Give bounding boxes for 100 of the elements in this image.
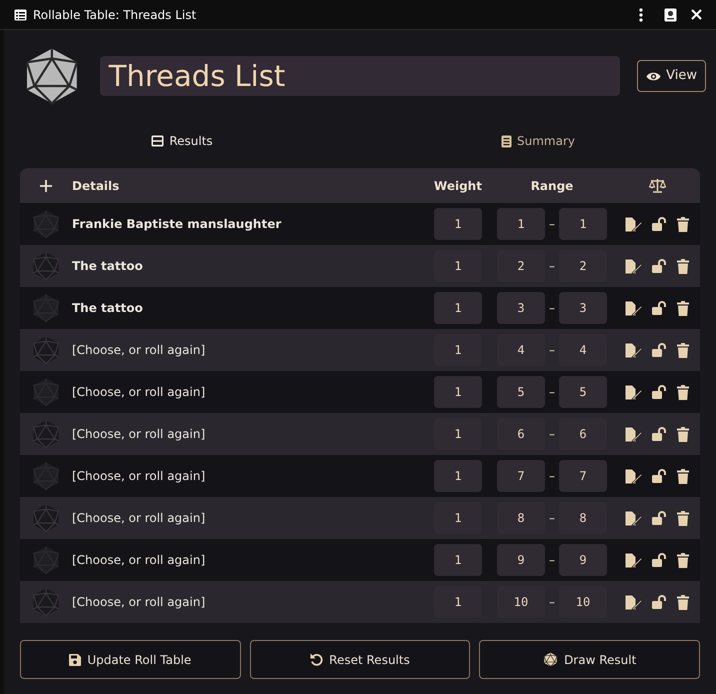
lock-button[interactable] xyxy=(652,511,667,525)
lock-button[interactable] xyxy=(652,427,667,441)
d20-icon xyxy=(31,461,61,491)
delete-button[interactable] xyxy=(677,342,689,358)
range-to-field[interactable]: 6 xyxy=(559,418,607,450)
lock-button[interactable] xyxy=(652,259,667,273)
delete-button[interactable] xyxy=(677,216,689,232)
range-to-field[interactable]: 8 xyxy=(559,502,607,534)
close-button[interactable] xyxy=(691,9,702,20)
delete-button[interactable] xyxy=(677,384,689,400)
range-from-field[interactable]: 7 xyxy=(497,460,545,492)
range-from-field[interactable]: 9 xyxy=(497,544,545,576)
delete-button[interactable] xyxy=(677,468,689,484)
range-to-field[interactable]: 10 xyxy=(559,586,607,618)
edit-button[interactable] xyxy=(625,300,642,316)
plus-icon xyxy=(40,180,52,192)
trash-icon xyxy=(677,594,689,610)
range-to-field[interactable]: 5 xyxy=(559,376,607,408)
range-from-field[interactable]: 8 xyxy=(497,502,545,534)
edit-button[interactable] xyxy=(625,426,642,442)
range-from-field[interactable]: 2 xyxy=(497,250,545,282)
range-to-field[interactable]: 1 xyxy=(559,208,607,240)
edit-button[interactable] xyxy=(625,216,642,232)
weight-field[interactable]: 1 xyxy=(434,292,482,324)
d20-icon xyxy=(31,209,61,239)
range-from-field[interactable]: 10 xyxy=(497,586,545,618)
delete-button[interactable] xyxy=(677,552,689,568)
weight-field[interactable]: 1 xyxy=(434,250,482,282)
delete-button[interactable] xyxy=(677,258,689,274)
trash-icon xyxy=(677,384,689,400)
weight-field[interactable]: 1 xyxy=(434,334,482,366)
book-button[interactable] xyxy=(664,8,677,22)
view-button[interactable]: View xyxy=(637,60,706,92)
delete-button[interactable] xyxy=(677,594,689,610)
edit-button[interactable] xyxy=(625,510,642,526)
range-to-field[interactable]: 7 xyxy=(559,460,607,492)
range-dash: – xyxy=(549,426,555,443)
lock-button[interactable] xyxy=(652,217,667,231)
lock-button[interactable] xyxy=(652,343,667,357)
weight-field[interactable]: 1 xyxy=(434,586,482,618)
unlock-icon xyxy=(652,511,667,525)
tab[interactable]: Results xyxy=(151,132,213,150)
edit-icon xyxy=(625,258,642,274)
lock-button[interactable] xyxy=(652,469,667,483)
lock-button[interactable] xyxy=(652,595,667,609)
result-text: The tattoo xyxy=(72,300,144,317)
edit-button[interactable] xyxy=(625,552,642,568)
d20-icon xyxy=(31,335,61,365)
delete-button[interactable] xyxy=(677,300,689,316)
scales-icon xyxy=(648,178,666,193)
lock-button[interactable] xyxy=(652,553,667,567)
range-from-field[interactable]: 6 xyxy=(497,418,545,450)
edit-icon xyxy=(625,300,642,316)
range-dash: – xyxy=(549,384,555,401)
range-to-field[interactable]: 4 xyxy=(559,334,607,366)
weight-field[interactable]: 1 xyxy=(434,418,482,450)
result-text: Frankie Baptiste manslaughter xyxy=(72,216,282,233)
list-icon xyxy=(151,135,164,147)
range-dash: – xyxy=(549,552,555,569)
range-from-field[interactable]: 4 xyxy=(497,334,545,366)
range-to-field[interactable]: 3 xyxy=(559,292,607,324)
unlock-icon xyxy=(652,427,667,441)
column-header: Weight xyxy=(433,178,483,194)
edit-button[interactable] xyxy=(625,468,642,484)
book-icon xyxy=(664,8,677,22)
unlock-icon xyxy=(652,301,667,315)
weight-field[interactable]: 1 xyxy=(434,208,482,240)
lock-button[interactable] xyxy=(652,301,667,315)
tab[interactable]: Summary xyxy=(501,132,575,150)
result-text: [Choose, or roll again] xyxy=(72,594,206,611)
lock-button[interactable] xyxy=(652,385,667,399)
footer-button[interactable]: Update Roll Table xyxy=(20,640,241,679)
weight-field[interactable]: 1 xyxy=(434,544,482,576)
delete-button[interactable] xyxy=(677,510,689,526)
range-to-field[interactable]: 9 xyxy=(559,544,607,576)
weight-field[interactable]: 1 xyxy=(434,502,482,534)
range-from-field[interactable]: 1 xyxy=(497,208,545,240)
unlock-icon xyxy=(652,595,667,609)
unlock-icon xyxy=(652,343,667,357)
unlock-icon xyxy=(652,385,667,399)
edit-button[interactable] xyxy=(625,258,642,274)
edit-button[interactable] xyxy=(625,384,642,400)
range-from-field[interactable]: 3 xyxy=(497,292,545,324)
range-dash: – xyxy=(549,300,555,317)
edit-button[interactable] xyxy=(625,342,642,358)
weight-field[interactable]: 1 xyxy=(434,460,482,492)
name-field[interactable]: Threads List xyxy=(100,56,620,96)
edit-button[interactable] xyxy=(625,594,642,610)
d20-icon xyxy=(31,377,61,407)
range-to-field[interactable]: 2 xyxy=(559,250,607,282)
edit-icon xyxy=(625,468,642,484)
range-dash: – xyxy=(549,342,555,359)
weight-field[interactable]: 1 xyxy=(434,376,482,408)
column-header: Range xyxy=(530,178,574,194)
footer-button[interactable]: Reset Results xyxy=(250,640,470,679)
footer-button[interactable]: Draw Result xyxy=(479,640,700,679)
delete-button[interactable] xyxy=(677,426,689,442)
range-from-field[interactable]: 5 xyxy=(497,376,545,408)
edit-icon xyxy=(625,594,642,610)
eye-icon xyxy=(646,70,662,82)
